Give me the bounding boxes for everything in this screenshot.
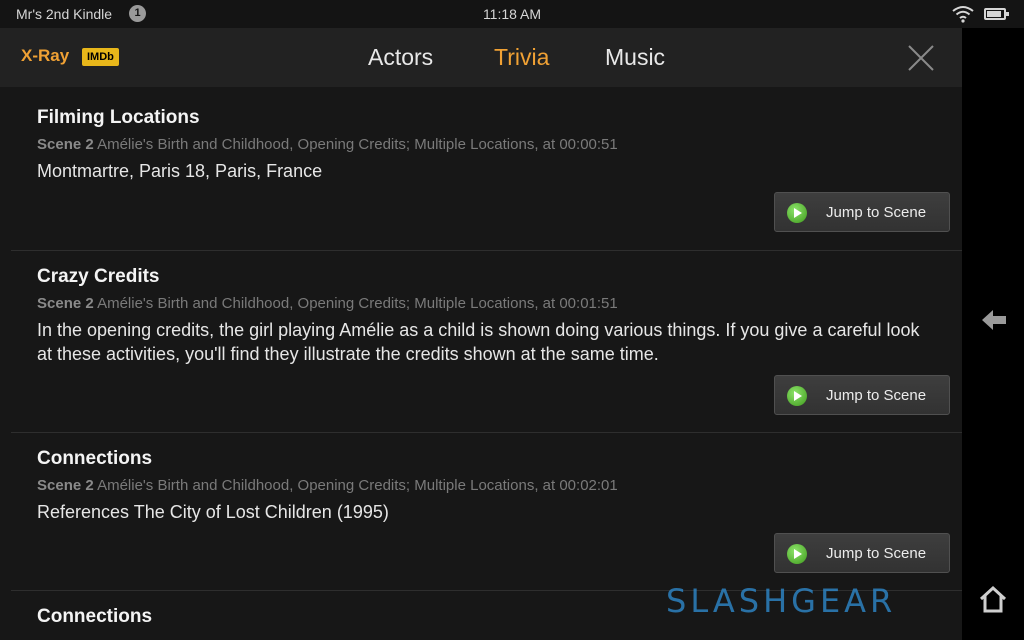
battery-icon xyxy=(984,8,1009,20)
imdb-logo: IMDb xyxy=(82,48,119,66)
scene-detail: Amélie's Birth and Childhood, Opening Cr… xyxy=(97,136,618,153)
tab-music[interactable]: Music xyxy=(605,44,665,71)
clock: 11:18 AM xyxy=(482,6,542,22)
trivia-entry: Filming Locations Scene 2 Amélie's Birth… xyxy=(11,87,962,250)
entry-title: Crazy Credits xyxy=(37,266,160,287)
xray-panel: X-Ray IMDb Actors Trivia Music Filming L… xyxy=(0,28,962,640)
entry-title: Connections xyxy=(37,448,153,469)
scene-detail: Amélie's Birth and Childhood, Opening Cr… xyxy=(97,477,618,494)
wifi-icon xyxy=(952,6,974,23)
entry-body: Montmartre, Paris 18, Paris, France xyxy=(37,161,323,181)
tab-actors[interactable]: Actors xyxy=(368,44,433,71)
back-arrow-icon[interactable] xyxy=(980,306,1008,334)
scene-info: Scene 2 Amélie's Birth and Childhood, Op… xyxy=(37,136,618,153)
divider xyxy=(11,250,962,251)
play-icon xyxy=(787,386,807,406)
battery-level xyxy=(987,11,1001,17)
close-icon[interactable] xyxy=(906,43,936,73)
entry-title: Filming Locations xyxy=(37,107,200,128)
trivia-entry: Connections Scene 2 Amélie's Birth and C… xyxy=(11,432,962,590)
xray-title: X-Ray xyxy=(21,46,70,65)
scene-label: Scene 2 xyxy=(37,477,94,494)
scene-info: Scene 2 Amélie's Birth and Childhood, Op… xyxy=(37,477,618,494)
status-bar: Mr's 2nd Kindle 1 11:18 AM xyxy=(0,0,1024,28)
jump-to-scene-label: Jump to Scene xyxy=(826,387,927,404)
home-icon[interactable] xyxy=(978,584,1008,614)
tab-trivia[interactable]: Trivia xyxy=(494,44,549,71)
xray-header: X-Ray IMDb Actors Trivia Music xyxy=(0,28,962,87)
jump-to-scene-label: Jump to Scene xyxy=(826,204,927,221)
play-icon xyxy=(787,544,807,564)
jump-to-scene-button[interactable]: Jump to Scene xyxy=(774,192,950,232)
divider xyxy=(11,432,962,433)
entry-body: References The City of Lost Children (19… xyxy=(37,502,389,522)
entry-body: In the opening credits, the girl playing… xyxy=(37,320,920,364)
jump-to-scene-label: Jump to Scene xyxy=(826,545,927,562)
scene-info: Scene 2 Amélie's Birth and Childhood, Op… xyxy=(37,295,618,312)
entry-title: Connections xyxy=(37,606,153,627)
jump-to-scene-button[interactable]: Jump to Scene xyxy=(774,533,950,573)
scene-label: Scene 2 xyxy=(37,136,94,153)
play-icon xyxy=(787,203,807,223)
watermark: SLASHGEAR xyxy=(666,582,897,620)
trivia-entry: Crazy Credits Scene 2 Amélie's Birth and… xyxy=(11,250,962,432)
scene-detail: Amélie's Birth and Childhood, Opening Cr… xyxy=(97,295,618,312)
jump-to-scene-button[interactable]: Jump to Scene xyxy=(774,375,950,415)
scene-label: Scene 2 xyxy=(37,295,94,312)
